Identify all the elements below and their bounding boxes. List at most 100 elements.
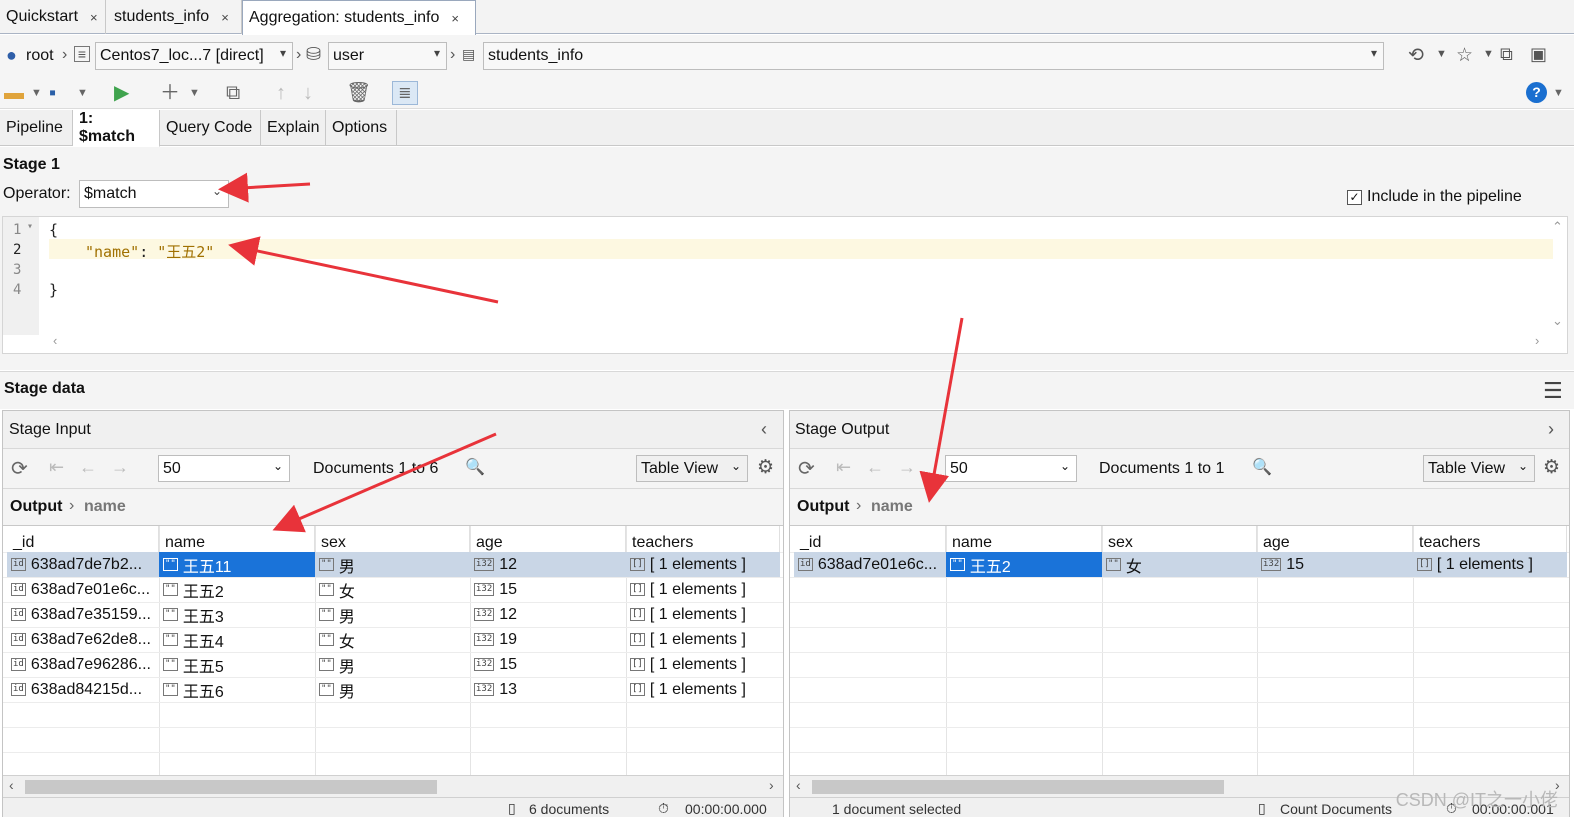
- gear-icon[interactable]: ⚙: [1543, 456, 1560, 479]
- clipboard-icon[interactable]: ▣: [1530, 44, 1547, 65]
- help-icon[interactable]: ?: [1526, 82, 1547, 103]
- column-header[interactable]: _id: [7, 526, 159, 552]
- stage-code-editor[interactable]: 1 ▾ 2 3 4 { "name": "王五2" } ⌃ ⌄ ‹ ›: [2, 216, 1568, 354]
- table-cell-name[interactable]: "" 王五4: [159, 627, 315, 652]
- tab-stage-1[interactable]: 1: $match: [73, 110, 160, 147]
- view-mode-select[interactable]: Table View ⌄: [1423, 455, 1535, 482]
- refresh-icon[interactable]: ⟳: [11, 456, 28, 481]
- table-row[interactable]: id 638ad7e35159... "" 王五3 "" 男 i32 12 [] [ 1 elem…: [7, 602, 780, 627]
- first-page-icon[interactable]: ⇤: [49, 457, 64, 478]
- breadcrumb-root[interactable]: Output: [10, 498, 62, 516]
- copy-icon[interactable]: ⧉: [1500, 44, 1513, 65]
- table-cell-id[interactable]: id 638ad7e96286...: [7, 652, 159, 677]
- previous-page-icon[interactable]: ←: [866, 457, 884, 478]
- move-up-icon[interactable]: ↑: [276, 81, 286, 105]
- chevron-down-icon[interactable]: ▼: [1553, 81, 1564, 105]
- column-header[interactable]: age: [1257, 526, 1413, 552]
- table-cell-age[interactable]: i32 15: [470, 652, 626, 677]
- breadcrumb-field[interactable]: name: [84, 498, 126, 516]
- tab-pipeline[interactable]: Pipeline: [0, 110, 73, 146]
- page-size-select[interactable]: 50 ⌄: [158, 455, 290, 482]
- find-icon[interactable]: 🔍: [465, 457, 485, 477]
- refresh-icon[interactable]: ⟳: [798, 456, 815, 481]
- table-cell-id[interactable]: id 638ad7e35159...: [7, 602, 159, 627]
- chevron-down-icon[interactable]: ▼: [1483, 48, 1494, 60]
- tab-options[interactable]: Options: [326, 110, 397, 146]
- close-icon[interactable]: ×: [90, 10, 98, 25]
- server-select[interactable]: Centos7_loc...7 [direct] ▾: [95, 42, 293, 70]
- operator-select[interactable]: $match ⌄: [79, 180, 229, 208]
- table-cell-name[interactable]: "" 王五5: [159, 652, 315, 677]
- table-cell-sex[interactable]: "" 男: [315, 677, 470, 702]
- table-cell-id[interactable]: id 638ad7e01e6c...: [7, 577, 159, 602]
- table-row[interactable]: id 638ad7e96286... "" 王五5 "" 男 i32 15 [] [ 1 elem…: [7, 652, 780, 677]
- scroll-right-icon[interactable]: ›: [1535, 333, 1539, 348]
- view-mode-select[interactable]: Table View ⌄: [636, 455, 748, 482]
- table-cell-name[interactable]: "" 王五2: [946, 552, 1102, 577]
- table-cell-name[interactable]: "" 王五6: [159, 677, 315, 702]
- table-cell-sex[interactable]: "" 男: [315, 552, 470, 577]
- close-icon[interactable]: ×: [451, 11, 459, 26]
- chevron-down-icon[interactable]: ▼: [77, 81, 88, 105]
- table-cell-age[interactable]: i32 12: [470, 552, 626, 577]
- close-icon[interactable]: ×: [221, 10, 229, 25]
- table-cell-teachers[interactable]: [] [ 1 elements ]: [626, 577, 780, 602]
- tab-explain[interactable]: Explain: [261, 110, 326, 146]
- tab-query-code[interactable]: Query Code: [160, 110, 261, 146]
- collapse-right-icon[interactable]: ›: [1548, 419, 1554, 440]
- next-page-icon[interactable]: →: [898, 457, 916, 478]
- column-header[interactable]: _id: [794, 526, 946, 552]
- scroll-left-icon[interactable]: ‹: [796, 777, 801, 793]
- history-icon[interactable]: ⟲: [1408, 44, 1424, 67]
- chevron-down-icon[interactable]: ▼: [189, 81, 200, 105]
- page-size-select[interactable]: 50 ⌄: [945, 455, 1077, 482]
- table-cell-age[interactable]: i32 19: [470, 627, 626, 652]
- find-icon[interactable]: 🔍: [1252, 457, 1272, 477]
- scroll-down-icon[interactable]: ⌄: [1552, 313, 1563, 329]
- table-row[interactable]: id 638ad7e01e6c... "" 王五2 "" 女 i32 15 [] [ 1 elem…: [7, 577, 780, 602]
- table-cell-age[interactable]: i32 15: [1257, 552, 1413, 577]
- table-cell-age[interactable]: i32 13: [470, 677, 626, 702]
- table-cell-teachers[interactable]: [] [ 1 elements ]: [1413, 552, 1567, 577]
- scroll-up-icon[interactable]: ⌃: [1552, 219, 1563, 235]
- table-cell-teachers[interactable]: [] [ 1 elements ]: [626, 602, 780, 627]
- column-header[interactable]: sex: [315, 526, 470, 552]
- database-select[interactable]: user ▾: [328, 42, 447, 70]
- table-cell-name[interactable]: "" 王五11: [159, 552, 315, 577]
- table-cell-name[interactable]: "" 王五2: [159, 577, 315, 602]
- star-icon[interactable]: ☆: [1456, 44, 1473, 67]
- gear-icon[interactable]: ⚙: [757, 456, 774, 479]
- breadcrumb-field[interactable]: name: [871, 498, 913, 516]
- scroll-right-icon[interactable]: ›: [769, 777, 774, 793]
- collapse-left-icon[interactable]: ‹: [761, 419, 767, 440]
- save-icon[interactable]: ▪: [49, 81, 56, 105]
- duplicate-stage-icon[interactable]: ⧉: [226, 81, 240, 105]
- column-header[interactable]: name: [946, 526, 1102, 552]
- folder-open-icon[interactable]: ▬: [4, 81, 24, 105]
- scrollbar-thumb[interactable]: [25, 780, 437, 794]
- breadcrumb-root[interactable]: Output: [797, 498, 849, 516]
- table-cell-teachers[interactable]: [] [ 1 elements ]: [626, 552, 780, 577]
- column-header[interactable]: name: [159, 526, 315, 552]
- table-cell-id[interactable]: id 638ad84215d...: [7, 677, 159, 702]
- scroll-left-icon[interactable]: ‹: [53, 333, 57, 348]
- table-cell-teachers[interactable]: [] [ 1 elements ]: [626, 627, 780, 652]
- connection-user[interactable]: root: [26, 47, 54, 65]
- table-cell-sex[interactable]: "" 男: [315, 602, 470, 627]
- doc-tab-students-info[interactable]: students_info ×: [108, 0, 242, 34]
- collection-select[interactable]: students_info ▾: [483, 42, 1384, 70]
- move-down-icon[interactable]: ↓: [303, 81, 313, 105]
- table-cell-id[interactable]: id 638ad7e01e6c...: [794, 552, 946, 577]
- previous-page-icon[interactable]: ←: [79, 457, 97, 478]
- stage-output-toggle-icon[interactable]: ≣: [392, 81, 418, 105]
- horizontal-scrollbar[interactable]: ‹ ›: [3, 775, 783, 797]
- doc-tab-aggregation[interactable]: Aggregation: students_info ×: [242, 0, 476, 35]
- table-row[interactable]: id 638ad7de7b2... "" 王五11 "" 男 i32 12 [] [ 1 elem…: [7, 552, 780, 577]
- table-row[interactable]: id 638ad7e62de8... "" 王五4 "" 女 i32 19 [] [ 1 elem…: [7, 627, 780, 652]
- column-header[interactable]: age: [470, 526, 626, 552]
- table-cell-name[interactable]: "" 王五3: [159, 602, 315, 627]
- chevron-down-icon[interactable]: ▼: [1436, 48, 1447, 60]
- table-cell-age[interactable]: i32 12: [470, 602, 626, 627]
- table-cell-id[interactable]: id 638ad7de7b2...: [7, 552, 159, 577]
- delete-stage-icon[interactable]: 🗑: [346, 81, 371, 105]
